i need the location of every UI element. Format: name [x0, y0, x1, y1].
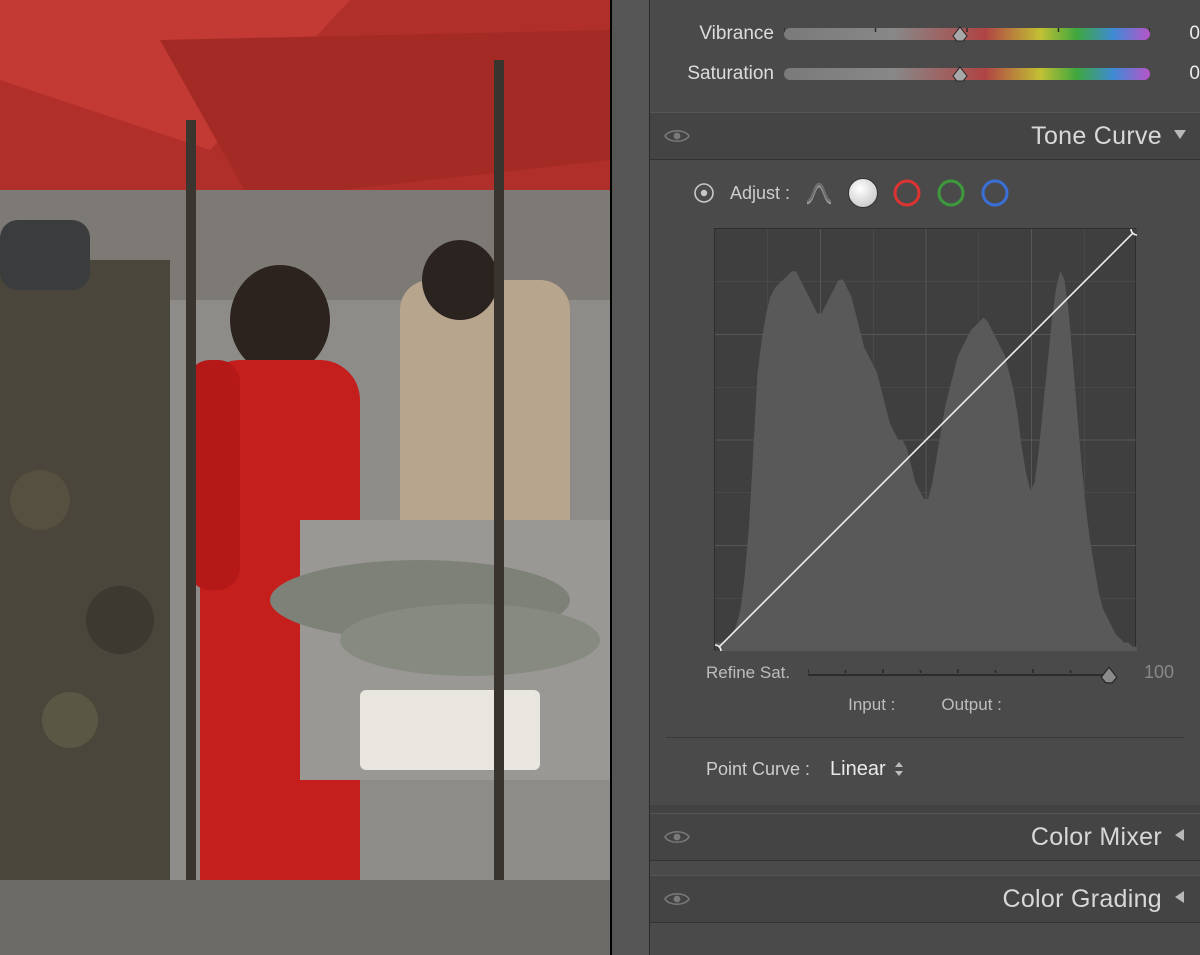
rgb-channel-icon[interactable]: [848, 178, 878, 208]
visibility-toggle-icon[interactable]: [664, 127, 690, 145]
tone-curve-header[interactable]: Tone Curve: [650, 112, 1200, 160]
dropdown-icon: [894, 762, 904, 778]
green-channel-icon[interactable]: [936, 178, 966, 208]
curve-io-readout: Input : Output :: [666, 689, 1184, 731]
image-preview[interactable]: [0, 0, 610, 955]
input-label: Input :: [848, 695, 895, 715]
vibrance-label: Vibrance: [650, 23, 774, 45]
saturation-value[interactable]: 0: [1160, 63, 1200, 85]
vibrance-value[interactable]: 0: [1160, 23, 1200, 45]
color-mixer-header[interactable]: Color Mixer: [650, 813, 1200, 861]
visibility-toggle-icon[interactable]: [664, 828, 690, 846]
presence-section: Vibrance 0 Saturation: [650, 0, 1200, 112]
point-curve-value: Linear: [830, 758, 886, 781]
tone-curve-body: Adjust :: [650, 160, 1200, 805]
red-channel-icon[interactable]: [892, 178, 922, 208]
color-grading-title: Color Grading: [1002, 885, 1162, 914]
vibrance-slider[interactable]: [784, 28, 1150, 40]
refine-saturation-row: Refine Sat. 100: [666, 658, 1184, 689]
develop-right-panel: Vibrance 0 Saturation: [650, 0, 1200, 955]
blue-channel-icon[interactable]: [980, 178, 1010, 208]
collapse-icon[interactable]: [1172, 126, 1188, 147]
adjust-label: Adjust :: [730, 183, 790, 204]
refine-sat-thumb[interactable]: [1099, 665, 1117, 683]
vibrance-thumb[interactable]: [951, 25, 969, 43]
visibility-toggle-icon[interactable]: [664, 890, 690, 908]
color-mixer-title: Color Mixer: [1031, 823, 1162, 852]
color-grading-header[interactable]: Color Grading: [650, 875, 1200, 923]
vibrance-slider-row: Vibrance 0: [650, 14, 1200, 54]
saturation-label: Saturation: [650, 63, 774, 85]
preview-canvas: [0, 0, 610, 955]
point-curve-label: Point Curve :: [706, 759, 810, 780]
expand-icon[interactable]: [1172, 889, 1188, 910]
targeted-adjustment-icon[interactable]: [692, 181, 716, 205]
expand-icon[interactable]: [1172, 827, 1188, 848]
color-mixer-body-collapsed: [650, 861, 1200, 875]
tone-curve-title: Tone Curve: [1031, 122, 1162, 151]
parametric-curve-icon[interactable]: [804, 178, 834, 208]
refine-sat-label: Refine Sat.: [706, 663, 798, 683]
refine-sat-value: 100: [1118, 662, 1174, 683]
panel-divider[interactable]: [610, 0, 650, 955]
saturation-slider-row: Saturation 0: [650, 54, 1200, 94]
output-label: Output :: [941, 695, 1001, 715]
point-curve-row: Point Curve : Linear: [666, 737, 1184, 805]
adjust-channel-row: Adjust :: [666, 160, 1184, 222]
point-curve-dropdown[interactable]: Linear: [824, 756, 910, 783]
saturation-thumb[interactable]: [951, 65, 969, 83]
refine-sat-slider[interactable]: [808, 668, 1108, 678]
tone-curve-graph[interactable]: [714, 228, 1136, 650]
saturation-slider[interactable]: [784, 68, 1150, 80]
